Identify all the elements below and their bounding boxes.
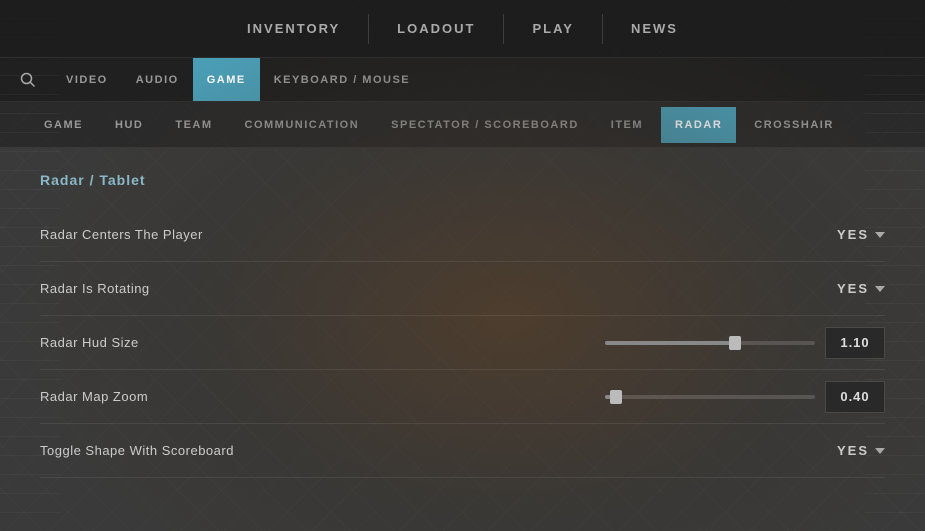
sub-nav-game[interactable]: GAME: [30, 107, 97, 143]
toggle-shape-dropdown[interactable]: YES: [837, 443, 885, 458]
radar-hud-size-slider-area: 1.10: [605, 327, 885, 359]
sub-nav-communication[interactable]: COMMUNICATION: [231, 107, 374, 143]
radar-rotating-chevron: [875, 286, 885, 292]
radar-centers-value: YES: [837, 227, 869, 242]
top-nav-news[interactable]: NEWS: [603, 0, 706, 57]
radar-hud-size-value: 1.10: [825, 327, 885, 359]
setting-label-radar-hud-size: Radar Hud Size: [40, 335, 605, 350]
radar-hud-size-track[interactable]: [605, 341, 815, 345]
radar-map-zoom-track[interactable]: [605, 395, 815, 399]
radar-rotating-value: YES: [837, 281, 869, 296]
top-nav: INVENTORY LOADOUT PLAY NEWS: [0, 0, 925, 58]
setting-label-radar-centers: Radar Centers The Player: [40, 227, 837, 242]
radar-map-zoom-thumb[interactable]: [610, 390, 622, 404]
top-nav-play[interactable]: PLAY: [504, 0, 601, 57]
radar-hud-size-fill: [605, 341, 735, 345]
radar-hud-size-thumb[interactable]: [729, 336, 741, 350]
radar-map-zoom-value: 0.40: [825, 381, 885, 413]
radar-centers-dropdown[interactable]: YES: [837, 227, 885, 242]
second-nav-audio[interactable]: AUDIO: [122, 58, 193, 101]
content-area: Radar / Tablet Radar Centers The Player …: [0, 148, 925, 502]
search-icon[interactable]: [20, 72, 36, 88]
second-nav: VIDEO AUDIO GAME KEYBOARD / MOUSE: [0, 58, 925, 102]
toggle-shape-value: YES: [837, 443, 869, 458]
setting-row-radar-hud-size: Radar Hud Size 1.10: [40, 316, 885, 370]
radar-map-zoom-slider-area: 0.40: [605, 381, 885, 413]
second-nav-game[interactable]: GAME: [193, 58, 260, 101]
sub-nav-crosshair[interactable]: CROSSHAIR: [740, 107, 848, 143]
radar-centers-chevron: [875, 232, 885, 238]
setting-label-radar-map-zoom: Radar Map Zoom: [40, 389, 605, 404]
sub-nav: GAME HUD TEAM COMMUNICATION SPECTATOR / …: [0, 102, 925, 148]
second-nav-keyboard[interactable]: KEYBOARD / MOUSE: [260, 58, 424, 101]
sub-nav-spectator[interactable]: SPECTATOR / SCOREBOARD: [377, 107, 593, 143]
sub-nav-item[interactable]: ITEM: [597, 107, 657, 143]
top-nav-loadout[interactable]: LOADOUT: [369, 0, 503, 57]
setting-row-radar-map-zoom: Radar Map Zoom 0.40: [40, 370, 885, 424]
setting-label-radar-rotating: Radar Is Rotating: [40, 281, 837, 296]
top-nav-inventory[interactable]: INVENTORY: [219, 0, 368, 57]
second-nav-video[interactable]: VIDEO: [52, 58, 122, 101]
setting-row-toggle-shape: Toggle Shape With Scoreboard YES: [40, 424, 885, 478]
sub-nav-radar[interactable]: RADAR: [661, 107, 736, 143]
setting-row-radar-rotating: Radar Is Rotating YES: [40, 262, 885, 316]
sub-nav-team[interactable]: TEAM: [161, 107, 226, 143]
radar-rotating-dropdown[interactable]: YES: [837, 281, 885, 296]
section-title: Radar / Tablet: [40, 172, 885, 188]
sub-nav-hud[interactable]: HUD: [101, 107, 157, 143]
setting-label-toggle-shape: Toggle Shape With Scoreboard: [40, 443, 837, 458]
toggle-shape-chevron: [875, 448, 885, 454]
setting-row-radar-centers: Radar Centers The Player YES: [40, 208, 885, 262]
